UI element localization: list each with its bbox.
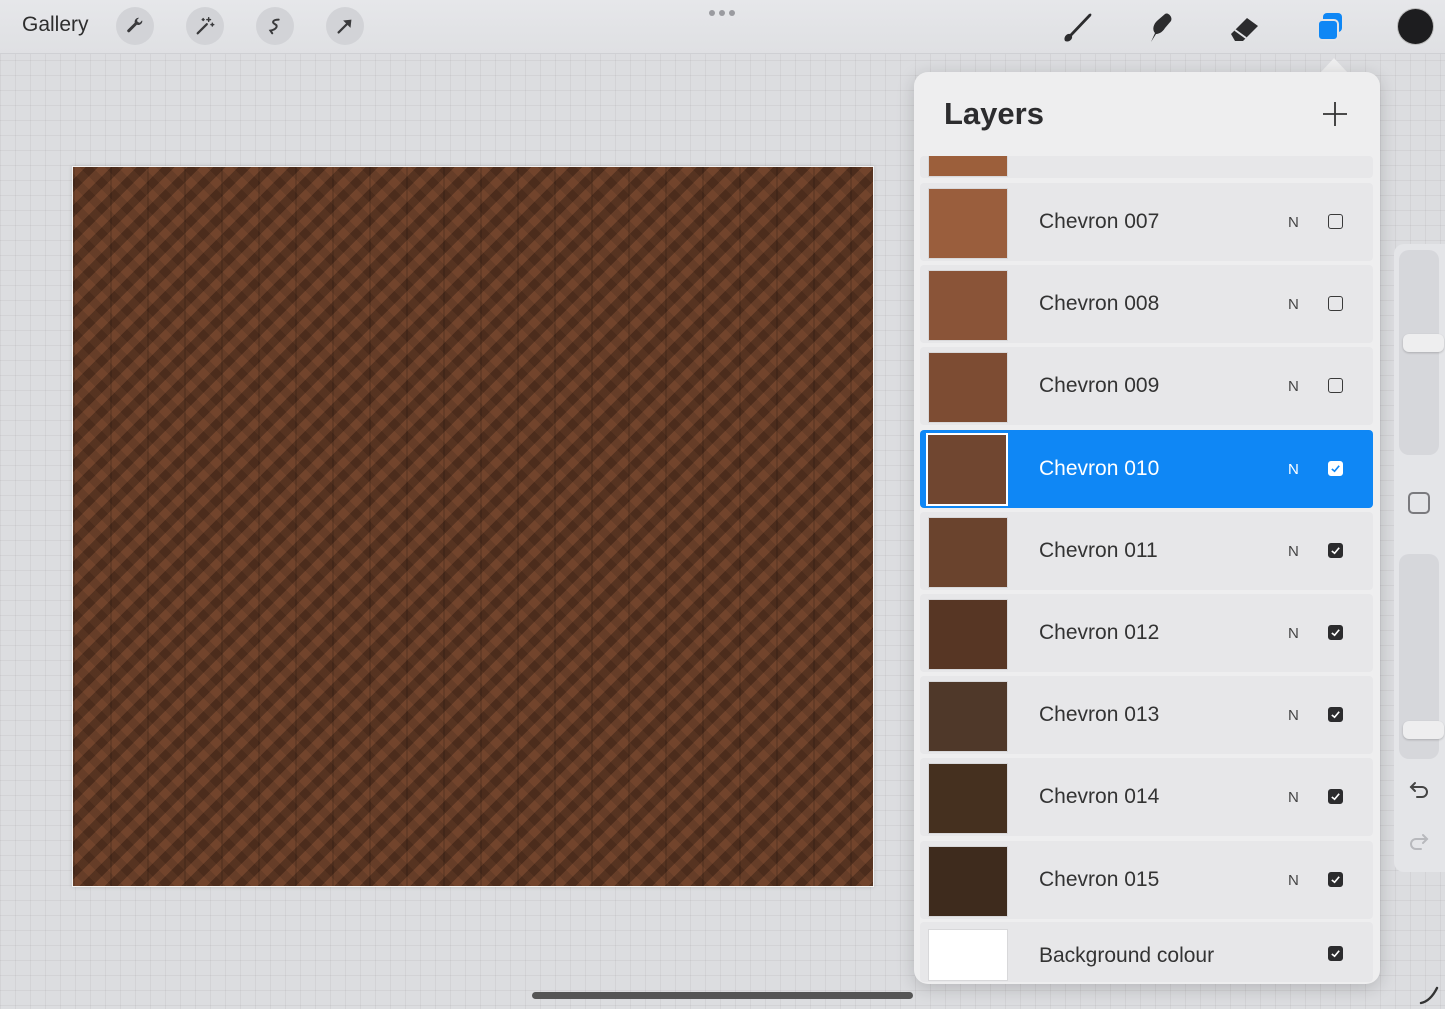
magic-wand-icon[interactable] — [186, 7, 224, 45]
layer-name: Chevron 008 — [1039, 292, 1160, 316]
layer-name: Chevron 012 — [1039, 621, 1160, 644]
layer-name: Chevron 007 — [1039, 210, 1160, 233]
layer-visibility-checkbox[interactable] — [1328, 707, 1343, 723]
layer-visibility-checkbox[interactable] — [1328, 378, 1343, 394]
layer-thumbnail — [928, 681, 1008, 753]
drawing-canvas[interactable] — [72, 166, 874, 887]
layer-visibility-checkbox[interactable] — [1328, 789, 1343, 805]
redo-icon[interactable] — [1407, 830, 1431, 854]
square-modify-icon[interactable] — [1408, 492, 1430, 514]
home-indicator[interactable] — [532, 992, 913, 999]
blend-mode-button[interactable]: N — [1288, 296, 1299, 313]
layer-row[interactable]: Chevron 009 N — [920, 347, 1373, 426]
layer-thumbnail — [928, 270, 1008, 342]
layer-row-partial[interactable] — [920, 156, 1373, 178]
layer-name: Chevron 015 — [1039, 867, 1160, 891]
layer-visibility-checkbox[interactable] — [1328, 296, 1343, 312]
layer-row[interactable]: Chevron 015 N — [920, 840, 1373, 919]
brush-stroke-icon — [1419, 986, 1439, 1005]
blend-mode-button[interactable]: N — [1288, 872, 1299, 889]
brush-icon[interactable] — [1058, 8, 1096, 46]
undo-icon[interactable] — [1407, 778, 1431, 802]
layer-row[interactable]: Chevron 012 N — [920, 594, 1373, 672]
opacity-slider[interactable] — [1399, 554, 1444, 759]
blend-mode-button[interactable]: N — [1288, 461, 1299, 478]
layers-panel: Layers Background colour Chevron 007 N Che… — [914, 72, 1380, 984]
layer-thumbnail — [928, 352, 1008, 424]
eraser-icon[interactable] — [1226, 8, 1264, 46]
wrench-icon[interactable] — [116, 7, 154, 45]
blend-mode-button[interactable]: N — [1288, 543, 1299, 560]
blend-mode-button[interactable]: N — [1288, 625, 1299, 642]
layer-name: Chevron 013 — [1039, 703, 1160, 727]
background-visibility-checkbox[interactable] — [1328, 946, 1343, 961]
color-picker-swatch[interactable] — [1398, 9, 1433, 44]
more-dots-icon[interactable] — [709, 10, 737, 18]
layer-row[interactable]: Chevron 013 N — [920, 676, 1373, 755]
panel-title: Layers — [944, 96, 1044, 131]
brush-size-handle[interactable] — [1403, 334, 1444, 353]
layer-row[interactable]: Chevron 011 N — [920, 511, 1373, 590]
layer-row[interactable]: Chevron 014 N — [920, 758, 1373, 837]
top-toolbar: Gallery — [0, 0, 1445, 54]
selection-icon[interactable] — [256, 7, 294, 45]
layer-row[interactable]: Chevron 007 N — [920, 183, 1373, 261]
layer-thumbnail — [928, 188, 1008, 259]
blend-mode-button[interactable]: N — [1288, 214, 1299, 231]
layer-thumbnail — [928, 845, 1008, 917]
layer-thumbnail — [926, 432, 1008, 506]
layer-name: Chevron 014 — [1039, 785, 1160, 809]
blend-mode-button[interactable]: N — [1288, 789, 1299, 806]
layer-row[interactable]: Chevron 008 N — [920, 265, 1373, 344]
background-layer-row[interactable]: Background colour — [920, 922, 1373, 982]
panel-pointer — [1320, 58, 1348, 73]
gallery-button[interactable]: Gallery — [22, 13, 89, 37]
background-thumbnail — [928, 929, 1008, 981]
blend-mode-button[interactable]: N — [1288, 378, 1299, 395]
plus-icon — [1323, 102, 1347, 126]
layer-visibility-checkbox[interactable] — [1328, 625, 1343, 640]
layer-thumbnail — [928, 156, 1008, 177]
layer-visibility-checkbox[interactable] — [1328, 871, 1343, 887]
blend-mode-button[interactable]: N — [1288, 707, 1299, 724]
layer-visibility-checkbox[interactable] — [1328, 214, 1343, 229]
transform-arrow-icon[interactable] — [326, 7, 364, 45]
layer-thumbnail — [928, 516, 1008, 588]
opacity-handle[interactable] — [1403, 721, 1444, 740]
brush-size-slider[interactable] — [1399, 250, 1444, 455]
brush-sidebar — [1394, 244, 1445, 872]
layer-visibility-checkbox[interactable] — [1328, 542, 1343, 558]
layer-visibility-checkbox[interactable] — [1328, 460, 1343, 476]
layer-name: Chevron 009 — [1039, 374, 1160, 398]
layer-name: Chevron 011 — [1039, 538, 1158, 562]
layer-thumbnail — [928, 763, 1008, 835]
add-layer-button[interactable] — [1321, 100, 1349, 128]
smudge-icon[interactable] — [1142, 8, 1180, 46]
layer-row[interactable]: Chevron 010 N — [920, 429, 1373, 508]
background-layer-label: Background colour — [1039, 944, 1215, 967]
layer-thumbnail — [928, 599, 1008, 670]
layers-icon[interactable] — [1311, 8, 1349, 46]
layer-name: Chevron 010 — [1039, 456, 1160, 480]
